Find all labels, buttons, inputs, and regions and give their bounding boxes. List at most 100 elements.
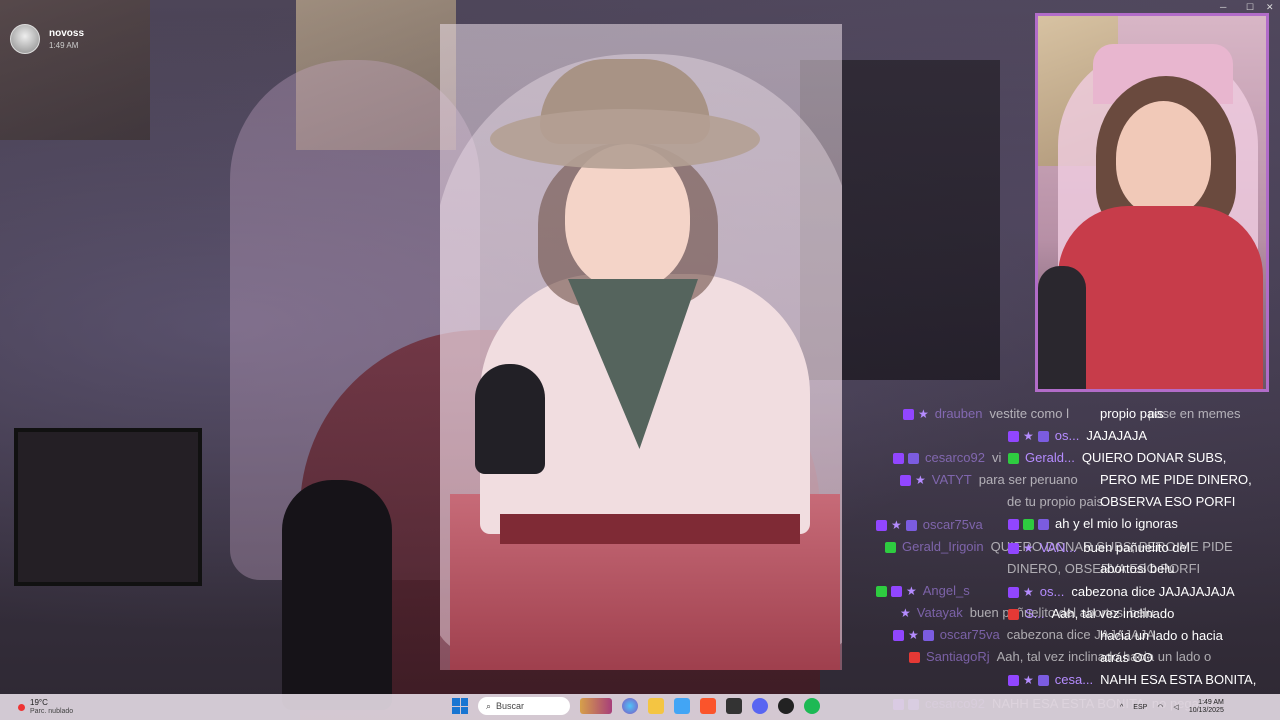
webcam-frame xyxy=(1035,13,1269,392)
webcam-microphone xyxy=(1038,266,1086,389)
badges: ★ xyxy=(893,629,934,641)
red-badge-icon xyxy=(909,651,920,663)
weather-temp: 19°C xyxy=(30,698,48,707)
volume-icon[interactable]: ◁ xyxy=(1173,703,1178,711)
overlay-hat-brim xyxy=(490,109,760,169)
twitch-icon xyxy=(1008,518,1019,530)
green-badge-icon xyxy=(876,585,887,597)
chat-fg-username[interactable]: os... xyxy=(1055,426,1080,446)
clock[interactable]: 1:49 AM 10/13/2025 xyxy=(1189,699,1224,715)
badges: ★ xyxy=(876,583,917,598)
star-icon: ★ xyxy=(918,406,929,421)
badges: ★ xyxy=(900,472,926,487)
badges xyxy=(909,651,920,663)
chat-fg-message: hacia un lado o hacia xyxy=(1100,626,1223,646)
chat-fg-text: NAHH ESA ESTA BONITA, xyxy=(1100,672,1257,687)
badges xyxy=(1008,608,1019,620)
notification[interactable]: novoss 1:49 AM xyxy=(10,24,84,54)
chat-fg-text: PERO ME PIDE DINERO, xyxy=(1100,472,1252,487)
chat-fg-text: OBSERVA ESO PORFI xyxy=(1100,494,1236,509)
avatar xyxy=(10,24,40,54)
star-icon: ★ xyxy=(906,583,917,598)
chat-bg-username[interactable]: drauben xyxy=(935,404,983,424)
star-icon: ★ xyxy=(1023,584,1034,599)
chat-bg-username[interactable]: oscar75va xyxy=(923,515,983,535)
start-icon[interactable] xyxy=(452,698,468,714)
twitch-icon xyxy=(1008,430,1019,442)
obs-icon[interactable] xyxy=(778,698,794,714)
chat-bg-message: ★ Angel_s xyxy=(876,581,977,601)
chat-fg-text: JAJAJAJA xyxy=(1086,428,1148,443)
chat-bg-username[interactable]: VATYT xyxy=(932,470,972,490)
chat-bg-text: para ser peruano xyxy=(978,472,1078,487)
chevron-up-icon[interactable]: ^ xyxy=(1120,704,1123,711)
badges: ★ xyxy=(1008,584,1034,599)
twitch-icon xyxy=(893,629,904,641)
brave-browser-icon[interactable] xyxy=(700,698,716,714)
chat-bg-username[interactable]: Vatayak xyxy=(917,603,963,623)
chat-fg-message: ★ cesa... NAHH ESA ESTA BONITA, xyxy=(1008,670,1256,690)
chat-fg-message: atrás ʘʘ xyxy=(1100,648,1153,668)
language-indicator[interactable]: ESP xyxy=(1133,704,1147,711)
chat-fg-text: ah y el mio lo ignoras xyxy=(1055,516,1178,531)
discord-icon[interactable] xyxy=(752,698,768,714)
star-icon: ★ xyxy=(891,517,902,532)
sub-badge-icon xyxy=(1037,674,1049,686)
chat-fg-text: abortosi belu xyxy=(1100,561,1175,576)
copilot-icon[interactable] xyxy=(622,698,638,714)
twitch-icon xyxy=(900,474,911,486)
weather-widget[interactable]: 19°C Parc. nublado xyxy=(18,698,73,716)
spotify-icon[interactable] xyxy=(804,698,820,714)
badges: ★ xyxy=(1008,542,1034,554)
close-icon[interactable]: ✕ xyxy=(1266,2,1274,13)
chat-fg-username[interactable]: cesa... xyxy=(1055,670,1093,690)
sub-badge-icon xyxy=(922,629,934,641)
overlay-microphone xyxy=(475,364,545,474)
maximize-icon[interactable]: ☐ xyxy=(1246,2,1254,13)
twitch-icon xyxy=(1008,542,1019,554)
chat-fg-username[interactable]: VAN... xyxy=(1040,538,1077,558)
microphone xyxy=(282,480,392,710)
badges: ★ xyxy=(876,517,917,532)
chat-bg-message: de tu propio pais xyxy=(1007,492,1103,512)
clock-time: 1:49 AM xyxy=(1198,699,1224,706)
chat-fg-message: ★ os... JAJAJAJA xyxy=(1008,426,1147,446)
minimize-icon[interactable]: ─ xyxy=(1220,2,1226,12)
chat-fg-username[interactable]: os... xyxy=(1040,582,1065,602)
wifi-icon[interactable]: ◠ xyxy=(1157,703,1163,711)
chat-fg-text: atrás ʘʘ xyxy=(1100,650,1153,665)
display-box xyxy=(14,428,202,586)
search-placeholder: Buscar xyxy=(496,701,525,711)
taskbar: 19°C Parc. nublado ⌕ Buscar ^ ESP ◠ ◁ 1:… xyxy=(0,694,1280,720)
badges: ★ xyxy=(1008,430,1049,442)
chat-bg-username[interactable]: oscar75va xyxy=(940,625,1000,645)
chat-bg-username[interactable]: Angel_s xyxy=(923,581,970,601)
sub-badge-icon xyxy=(1037,430,1049,442)
file-explorer-icon[interactable] xyxy=(648,698,664,714)
sub-badge-icon xyxy=(905,519,917,531)
chat-fg-username[interactable]: Gerald... xyxy=(1025,448,1075,468)
capcut-icon[interactable] xyxy=(726,698,742,714)
notification-time: 1:49 AM xyxy=(49,41,79,50)
chat-bg-username[interactable]: cesarco92 xyxy=(925,448,985,468)
badges xyxy=(1008,452,1019,464)
chat-fg-message: OBSERVA ESO PORFI xyxy=(1100,492,1235,512)
system-tray: ^ ESP ◠ ◁ 1:49 AM 10/13/2025 xyxy=(1120,699,1224,715)
chat-fg-username[interactable]: S... xyxy=(1025,604,1045,624)
store-icon[interactable] xyxy=(674,698,690,714)
green-badge-icon xyxy=(1008,452,1019,464)
twitch-icon xyxy=(1008,586,1019,598)
widget-thumbnail-icon[interactable] xyxy=(580,698,612,714)
chat-bg-message: cesarco92 vi xyxy=(893,448,1001,468)
chat-bg-username[interactable]: Gerald_Irigoin xyxy=(902,537,984,557)
chat-fg-text: cabezona dice JAJAJAJAJA xyxy=(1071,584,1235,599)
chat-bg-username[interactable]: SantiagoRj xyxy=(926,647,990,667)
green-badge-icon xyxy=(1023,518,1034,530)
star-icon: ★ xyxy=(1023,672,1034,687)
search-input[interactable]: ⌕ Buscar xyxy=(478,697,570,715)
badges: ★ xyxy=(1008,672,1049,687)
chat-fg-message: propio pais xyxy=(1100,404,1164,424)
notification-user: novoss xyxy=(49,28,85,39)
badges xyxy=(1008,518,1049,530)
star-icon: ★ xyxy=(915,472,926,487)
